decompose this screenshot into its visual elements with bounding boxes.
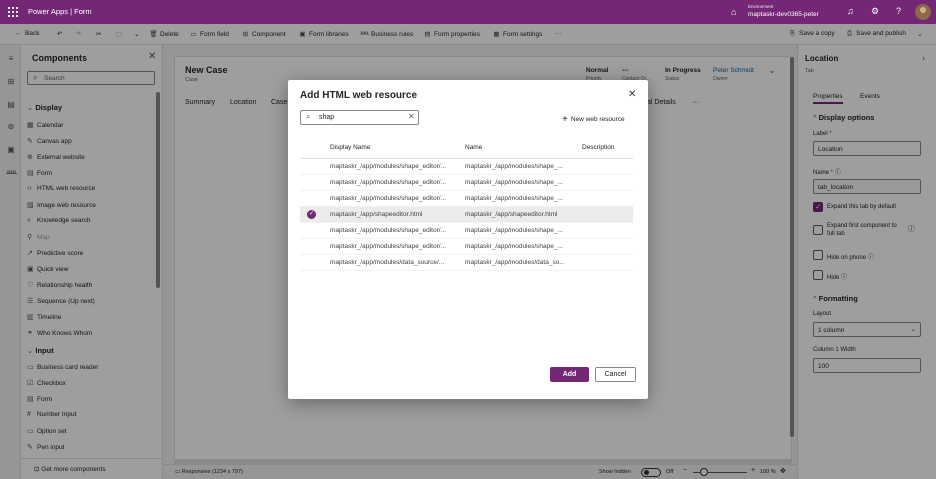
web-resource-row[interactable]: maptaskr_/app/modules/shape_editor/... ma…: [300, 239, 633, 255]
display-name-cell: maptaskr_/app/modules/shape_editor/...: [330, 195, 446, 202]
dialog-search-input[interactable]: ⌕ shap ✕: [300, 110, 419, 125]
search-icon: ⌕: [306, 112, 311, 121]
name-cell: maptaskr_/app/modules/data_so...: [465, 259, 565, 266]
column-header-display-name[interactable]: Display Name: [330, 144, 370, 151]
environment-icon: ⌂: [731, 7, 737, 17]
name-cell: maptaskr_/app/modules/shape_...: [465, 179, 563, 186]
plus-icon: +: [562, 114, 568, 125]
new-web-resource-button[interactable]: + New web resource: [562, 114, 625, 125]
notifications-icon[interactable]: ♫: [847, 6, 854, 16]
web-resource-row[interactable]: maptaskr_/app/modules/shape_editor/... ma…: [300, 223, 633, 239]
display-name-cell: maptaskr_/app/modules/shape_editor/...: [330, 243, 446, 250]
selected-check-icon[interactable]: ✓: [307, 210, 316, 219]
search-value: shap: [319, 114, 335, 121]
web-resource-row[interactable]: maptaskr_/app/modules/shape_editor/... ma…: [300, 159, 633, 175]
add-html-web-resource-dialog: Add HTML web resource ✕ ⌕ shap ✕ + New we…: [288, 80, 648, 399]
app-launcher-icon[interactable]: [8, 7, 18, 17]
web-resource-row[interactable]: maptaskr_/app/modules/data_source/... map…: [300, 255, 633, 271]
environment-label: Environment: [748, 4, 774, 9]
title-bar: Power Apps | Form ⌂ Environment maptaskr…: [0, 0, 936, 24]
display-name-cell: maptaskr_/app/shapeeditor.html: [330, 211, 423, 218]
display-name-cell: maptaskr_/app/modules/shape_editor/...: [330, 163, 446, 170]
web-resource-row[interactable]: maptaskr_/app/modules/shape_editor/... ma…: [300, 191, 633, 207]
web-resource-row[interactable]: maptaskr_/app/modules/shape_editor/... ma…: [300, 175, 633, 191]
environment-name[interactable]: maptaskr-dev0365-peter: [748, 11, 819, 18]
name-cell: maptaskr_/app/modules/shape_...: [465, 163, 563, 170]
column-header-description[interactable]: Description: [582, 144, 615, 151]
cancel-button[interactable]: Cancel: [595, 367, 636, 382]
display-name-cell: maptaskr_/app/modules/data_source/...: [330, 259, 445, 266]
name-cell: maptaskr_/app/modules/shape_...: [465, 227, 563, 234]
display-name-cell: maptaskr_/app/modules/shape_editor/...: [330, 227, 446, 234]
column-header-name[interactable]: Name: [465, 144, 482, 151]
display-name-cell: maptaskr_/app/modules/shape_editor/...: [330, 179, 446, 186]
name-cell: maptaskr_/app/modules/shape_...: [465, 195, 563, 202]
settings-icon[interactable]: ⚙: [871, 6, 879, 17]
help-icon[interactable]: ?: [896, 6, 901, 16]
avatar[interactable]: [915, 4, 931, 20]
name-cell: maptaskr_/app/shapeeditor.html: [465, 211, 558, 218]
app-title: Power Apps | Form: [28, 7, 92, 16]
web-resource-row[interactable]: ✓ maptaskr_/app/shapeeditor.html maptaskr_…: [300, 207, 633, 223]
clear-search-icon[interactable]: ✕: [408, 112, 415, 121]
add-button[interactable]: Add: [550, 367, 589, 382]
name-cell: maptaskr_/app/modules/shape_...: [465, 243, 563, 250]
close-icon[interactable]: ✕: [628, 89, 636, 100]
dialog-title: Add HTML web resource: [300, 90, 418, 101]
